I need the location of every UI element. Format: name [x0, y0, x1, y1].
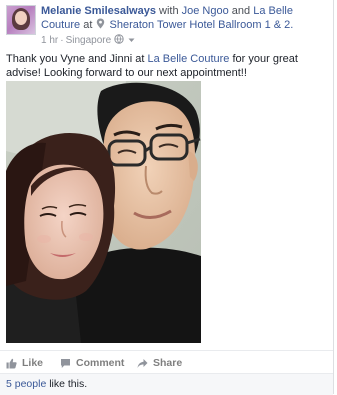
- comment-label: Comment: [76, 357, 125, 369]
- comment-bubble-icon: [60, 358, 71, 369]
- post-actions-bar: Like Comment Share: [0, 350, 333, 373]
- selfie-photo-illustration: [6, 81, 201, 343]
- chevron-down-icon[interactable]: [128, 35, 135, 47]
- likes-count-link[interactable]: 5 people: [6, 378, 46, 390]
- with-text: with: [159, 5, 179, 17]
- globe-icon[interactable]: [114, 34, 124, 48]
- post-photo[interactable]: [6, 81, 201, 343]
- location-link[interactable]: Sheraton Tower Hotel Ballroom 1 & 2.: [110, 19, 294, 31]
- tagged-person-link[interactable]: Joe Ngoo: [182, 5, 229, 17]
- and-text: and: [231, 5, 251, 17]
- share-arrow-icon: [137, 358, 148, 369]
- timestamp-link[interactable]: 1 hr: [41, 35, 58, 46]
- like-label: Like: [22, 357, 44, 369]
- post-meta: 1 hr · Singapore: [41, 34, 135, 48]
- map-pin-icon: [96, 18, 105, 29]
- like-button[interactable]: Like: [6, 357, 43, 369]
- message-text-part1: Thank you Vyne and Jinni at: [6, 53, 145, 65]
- share-button[interactable]: Share: [137, 357, 182, 369]
- at-text: at: [83, 19, 93, 31]
- place-text: Singapore: [65, 35, 112, 46]
- likes-suffix: like this.: [49, 378, 88, 390]
- comment-button[interactable]: Comment: [60, 357, 124, 369]
- thumbs-up-icon: [6, 358, 17, 369]
- share-label: Share: [153, 357, 183, 369]
- avatar-face: [15, 11, 27, 25]
- message-page-link[interactable]: La Belle Couture: [147, 53, 229, 65]
- post-message: Thank you Vyne and Jinni at La Belle Cou…: [6, 52, 328, 80]
- author-name-link[interactable]: Melanie Smilesalways: [41, 5, 156, 17]
- feed-post: Melanie Smilesalways with Joe Ngoo and L…: [0, 0, 334, 395]
- post-header: Melanie Smilesalways with Joe Ngoo and L…: [6, 5, 327, 48]
- likes-summary: 5 people like this.: [0, 373, 333, 395]
- post-header-text: Melanie Smilesalways with Joe Ngoo and L…: [41, 5, 327, 32]
- avatar[interactable]: [6, 5, 36, 35]
